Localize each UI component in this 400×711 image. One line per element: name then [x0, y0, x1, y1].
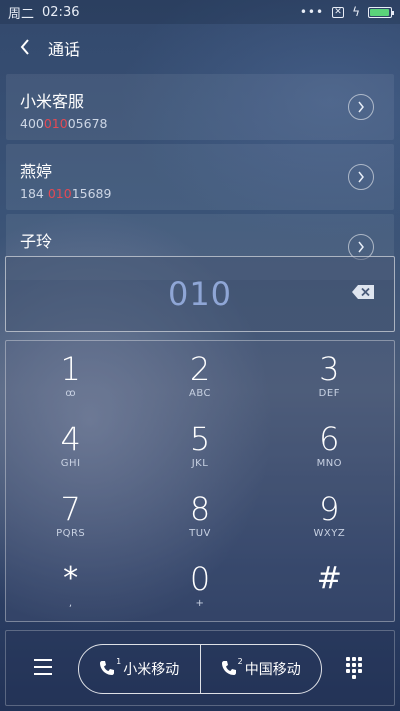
key-2[interactable]: 2 ABC: [135, 341, 264, 411]
key-letters: MNO: [316, 458, 343, 469]
contact-detail-button[interactable]: [348, 94, 374, 120]
contact-row[interactable]: 小米客服 40001005678: [6, 74, 394, 140]
number-suffix: 15689: [71, 186, 112, 201]
key-digit: 9: [319, 490, 340, 528]
phone-icon: 2: [221, 657, 243, 678]
key-9[interactable]: 9 WXYZ: [265, 481, 394, 551]
key-0[interactable]: 0 +: [135, 551, 264, 621]
key-hash[interactable]: #: [265, 551, 394, 621]
voicemail-icon: ꝏ: [65, 388, 76, 399]
key-letters: ,: [68, 598, 73, 609]
contact-name: 子玲: [20, 232, 53, 251]
number-prefix: 400: [20, 116, 44, 131]
key-digit: 2: [189, 350, 211, 388]
bottom-bar: 1 小米移动 2 中国移动: [5, 630, 395, 706]
key-digit: 8: [189, 490, 211, 528]
chevron-right-icon: [358, 101, 364, 113]
key-letters: PQRS: [56, 528, 86, 539]
key-digit: *: [63, 561, 79, 596]
dial-display: 010: [5, 256, 395, 332]
key-letters: GHI: [60, 458, 81, 469]
key-digit: 3: [319, 350, 340, 388]
contact-row[interactable]: 燕婷 184 01015689: [6, 144, 394, 210]
key-1[interactable]: 1 ꝏ: [6, 341, 135, 411]
key-8[interactable]: 8 TUV: [135, 481, 264, 551]
key-7[interactable]: 7 PQRS: [6, 481, 135, 551]
number-suffix: 05678: [67, 116, 108, 131]
contact-number: 40001005678: [20, 116, 380, 131]
number-match: 010: [43, 116, 68, 131]
sim-off-icon: ✕: [332, 6, 345, 18]
key-letters: ABC: [188, 388, 211, 399]
key-digit: 1: [60, 350, 81, 388]
dialpad-icon[interactable]: [346, 657, 364, 679]
status-day: 周二: [8, 6, 35, 22]
notification-dots-icon: •••: [299, 5, 325, 19]
header: 通话: [0, 30, 400, 66]
contact-detail-button[interactable]: [348, 164, 374, 190]
number-match: 010: [47, 186, 72, 201]
call-buttons: 1 小米移动 2 中国移动: [78, 644, 322, 694]
dialed-number: 010: [167, 275, 233, 313]
key-digit: 6: [319, 420, 340, 458]
key-5[interactable]: 5 JKL: [135, 411, 264, 481]
status-right: ••• ✕ ϟ: [299, 5, 394, 19]
key-3[interactable]: 3 DEF: [265, 341, 394, 411]
key-letters: WXYZ: [313, 528, 346, 539]
chevron-right-icon: [358, 171, 364, 183]
keypad: 1 ꝏ 2 ABC 3 DEF 4 GHI 5 JKL 6 MNO 7 PQRS…: [5, 340, 395, 622]
battery-icon: [368, 6, 394, 18]
phone-icon: 1: [99, 657, 121, 678]
contact-suggestions: 小米客服 40001005678 燕婷 184 01015689 子玲: [6, 74, 394, 284]
status-time: 02:36: [42, 4, 80, 20]
key-6[interactable]: 6 MNO: [265, 411, 394, 481]
key-digit: 7: [60, 490, 81, 528]
key-star[interactable]: * ,: [6, 551, 135, 621]
key-digit: 0: [189, 560, 211, 598]
backspace-icon[interactable]: [352, 284, 374, 299]
number-prefix: 184: [20, 186, 48, 201]
call-sim2-button[interactable]: 2 中国移动: [199, 645, 322, 693]
contact-number: 184 01015689: [20, 186, 380, 201]
status-bar: 周二 02:36 ••• ✕ ϟ: [0, 0, 400, 24]
sim-number: 2: [237, 657, 243, 666]
key-letters: TUV: [189, 528, 211, 539]
sim-number: 1: [116, 657, 122, 666]
key-letters: +: [195, 598, 205, 609]
call-sim1-label: 小米移动: [123, 662, 180, 678]
key-digit: 4: [60, 420, 81, 458]
page-title: 通话: [48, 40, 81, 59]
contact-name: 燕婷: [20, 162, 53, 181]
key-digit: #: [316, 561, 342, 596]
call-sim2-label: 中国移动: [244, 662, 301, 678]
menu-icon[interactable]: [34, 659, 52, 675]
contact-name: 小米客服: [20, 92, 85, 111]
bolt-icon: ϟ: [352, 5, 360, 19]
key-digit: 5: [189, 420, 211, 458]
call-sim1-button[interactable]: 1 小米移动: [79, 645, 200, 693]
key-letters: DEF: [318, 388, 340, 399]
key-4[interactable]: 4 GHI: [6, 411, 135, 481]
chevron-right-icon: [358, 241, 364, 253]
chevron-left-icon[interactable]: [16, 36, 34, 60]
key-letters: JKL: [191, 458, 209, 469]
status-left: 周二 02:36: [8, 3, 79, 22]
